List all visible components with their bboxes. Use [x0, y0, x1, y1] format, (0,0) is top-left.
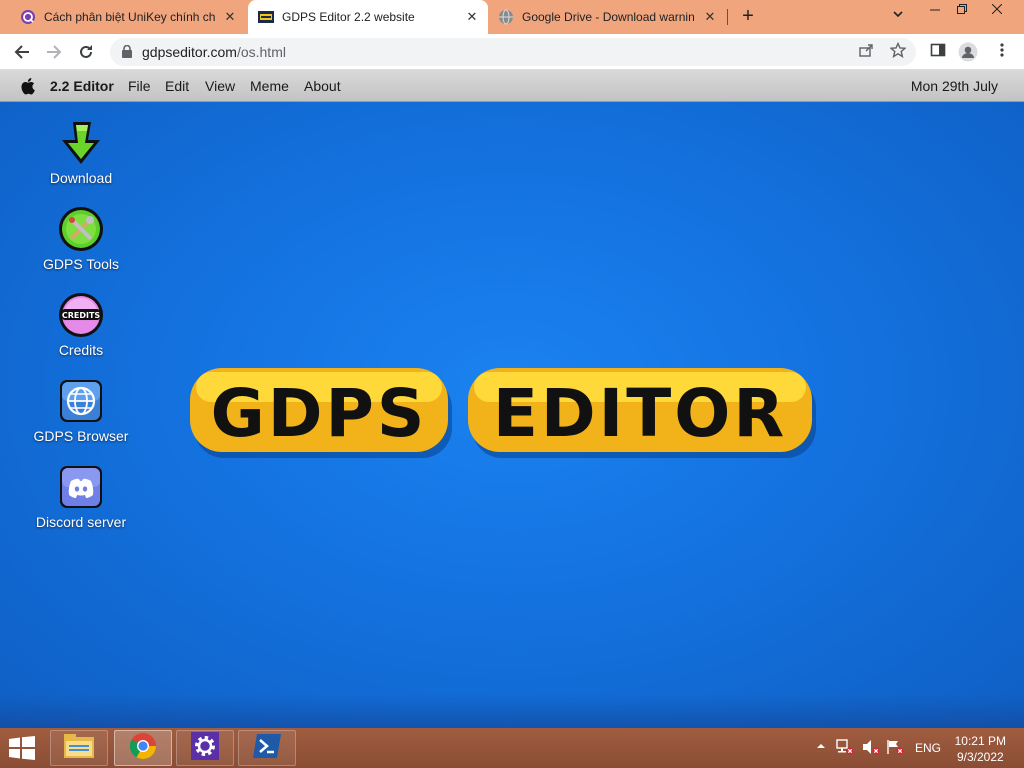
taskbar-file-explorer[interactable]: [50, 730, 108, 766]
lock-icon[interactable]: [122, 44, 132, 58]
tab-google-drive[interactable]: Google Drive - Download warning ✕: [490, 0, 726, 34]
close-window-button[interactable]: [982, 0, 1012, 22]
tab-gdps-editor[interactable]: GDPS Editor 2.2 website ✕: [248, 0, 488, 34]
taskbar: ENG 10:21 PM 9/3/2022: [0, 728, 1024, 768]
action-center-flag-icon[interactable]: [886, 739, 904, 758]
clock-date: 9/3/2022: [956, 750, 1004, 764]
clock-time: 10:21 PM: [954, 734, 1006, 748]
taskbar-powershell[interactable]: [238, 730, 296, 766]
address-bar[interactable]: gdpseditor.com/os.html: [110, 38, 916, 66]
taskbar-settings[interactable]: [176, 730, 234, 766]
menu-about[interactable]: About: [304, 78, 341, 94]
restore-button[interactable]: [947, 0, 977, 22]
reload-button[interactable]: [74, 40, 98, 64]
volume-muted-icon[interactable]: [862, 739, 880, 758]
menu-file[interactable]: File: [128, 78, 151, 94]
tray-expand-icon[interactable]: [816, 741, 826, 754]
download-arrow-icon: [58, 120, 104, 166]
bookmark-star-icon[interactable]: [888, 41, 908, 62]
menu-view[interactable]: View: [205, 78, 235, 94]
gdps-editor-logo: GDPS EDITOR: [190, 368, 816, 458]
new-tab-button[interactable]: +: [737, 6, 759, 28]
unikey-icon: [20, 9, 36, 25]
desktop-icon-label: GDPS Browser: [33, 428, 129, 444]
globe-icon: [498, 9, 514, 25]
desktop-icon-label: Download: [49, 170, 113, 186]
taskbar-clock[interactable]: 10:21 PM 9/3/2022: [955, 733, 1006, 765]
logo-text: GDPS: [211, 375, 428, 452]
gdps-site-icon: [258, 9, 274, 25]
browser-toolbar: gdpseditor.com/os.html: [0, 34, 1024, 70]
browser-menu-icon[interactable]: [992, 42, 1012, 62]
desktop-icon-download[interactable]: Download: [21, 120, 141, 186]
folder-icon: [63, 732, 95, 765]
tab-title: Google Drive - Download warning: [522, 10, 694, 24]
tab-close-icon[interactable]: ✕: [702, 9, 718, 25]
url-host: gdpseditor.com: [142, 44, 237, 60]
windows-start-icon[interactable]: [8, 736, 38, 760]
chrome-icon: [129, 732, 157, 765]
taskbar-chrome[interactable]: [114, 730, 172, 766]
desktop-area: Download GDPS Tools CREDITS Credits GDPS…: [0, 102, 1024, 728]
browser-tab-strip: Cách phân biệt UniKey chính chủ ✕ GDPS E…: [0, 0, 1024, 34]
desktop-icon-gdps-browser[interactable]: GDPS Browser: [21, 378, 141, 444]
apple-logo-icon[interactable]: [20, 77, 38, 95]
minimize-button[interactable]: [920, 0, 950, 22]
tab-search-chevron-icon[interactable]: [888, 8, 908, 26]
share-icon[interactable]: [856, 42, 876, 62]
menu-app-name[interactable]: 2.2 Editor: [50, 78, 114, 94]
tab-title: Cách phân biệt UniKey chính chủ: [44, 10, 216, 24]
side-panel-icon[interactable]: [928, 42, 948, 62]
discord-icon: [58, 464, 104, 510]
tab-close-icon[interactable]: ✕: [464, 9, 480, 25]
menu-edit[interactable]: Edit: [165, 78, 189, 94]
menu-meme[interactable]: Meme: [250, 78, 289, 94]
tab-title: GDPS Editor 2.2 website: [282, 10, 415, 24]
language-indicator[interactable]: ENG: [915, 741, 941, 755]
forward-button[interactable]: [42, 40, 66, 64]
desktop-icon-discord-server[interactable]: Discord server: [21, 464, 141, 530]
desktop-icon-label: GDPS Tools: [43, 256, 119, 272]
os-menu-bar: 2.2 Editor File Edit View Meme About Mon…: [0, 70, 1024, 102]
globe-icon: [58, 378, 104, 424]
url-path: /os.html: [236, 44, 286, 60]
credits-icon: CREDITS: [58, 292, 104, 338]
url-text: gdpseditor.com/os.html: [142, 44, 286, 60]
network-icon[interactable]: [836, 739, 854, 758]
desktop-icon-credits[interactable]: CREDITS Credits: [21, 292, 141, 358]
logo-text: EDITOR: [493, 375, 787, 452]
menu-date: Mon 29th July: [910, 78, 998, 94]
powershell-icon: [253, 733, 281, 763]
desktop-icon-label: Credits: [58, 342, 104, 358]
profile-avatar-icon[interactable]: [958, 42, 978, 62]
tab-separator: [727, 9, 728, 25]
gear-icon: [191, 731, 219, 765]
tab-unikey[interactable]: Cách phân biệt UniKey chính chủ ✕: [10, 0, 246, 34]
desktop-icon-label: Discord server: [35, 514, 127, 530]
tab-close-icon[interactable]: ✕: [222, 9, 238, 25]
desktop-icon-gdps-tools[interactable]: GDPS Tools: [21, 206, 141, 272]
credits-badge-text: CREDITS: [62, 311, 101, 320]
tools-icon: [58, 206, 104, 252]
back-button[interactable]: [10, 40, 34, 64]
